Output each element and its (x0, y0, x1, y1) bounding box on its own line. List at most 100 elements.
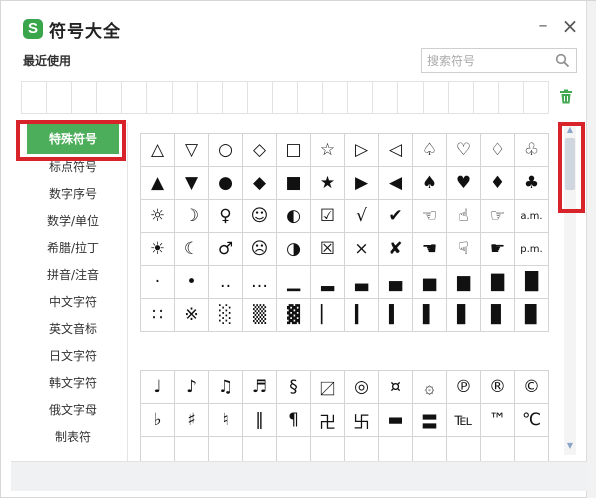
symbol-cell[interactable] (413, 437, 447, 463)
symbol-cell[interactable]: ☺ (243, 200, 277, 233)
symbol-cell[interactable]: ☜ (413, 200, 447, 233)
search-input[interactable] (422, 49, 554, 72)
recent-symbol-cell[interactable] (122, 82, 148, 113)
symbol-cell[interactable]: © (515, 371, 549, 404)
recent-symbol-cell[interactable] (273, 82, 299, 113)
symbol-cell[interactable]: ▌ (413, 299, 447, 332)
symbol-cell[interactable]: ♭ (141, 404, 175, 437)
symbol-cell[interactable] (141, 437, 175, 463)
category-item[interactable]: 数学/单位 (21, 208, 125, 235)
symbol-cell[interactable]: ● (209, 167, 243, 200)
symbol-cell[interactable]: ✔ (379, 200, 413, 233)
symbol-cell[interactable] (447, 437, 481, 463)
symbol-cell[interactable]: ☆ (311, 134, 345, 167)
symbol-cell[interactable]: ☛ (481, 233, 515, 266)
symbol-cell[interactable]: ▃ (345, 266, 379, 299)
symbol-cell[interactable]: ♧ (515, 134, 549, 167)
symbol-cell[interactable]: ◇ (243, 134, 277, 167)
symbol-cell[interactable] (379, 437, 413, 463)
recent-symbol-cell[interactable] (348, 82, 374, 113)
symbol-cell[interactable] (311, 437, 345, 463)
symbol-cell[interactable]: ♦ (481, 167, 515, 200)
symbol-cell[interactable]: ‥ (209, 266, 243, 299)
symbol-cell[interactable]: ☹ (243, 233, 277, 266)
category-item[interactable]: 数字序号 (21, 181, 125, 208)
recent-symbol-cell[interactable] (248, 82, 273, 113)
symbol-cell[interactable]: ® (481, 371, 515, 404)
recent-symbol-cell[interactable] (147, 82, 173, 113)
symbol-cell[interactable]: ◁ (379, 134, 413, 167)
symbol-cell[interactable]: █ (515, 266, 549, 299)
category-item[interactable]: 拼音/注音 (21, 262, 125, 289)
symbol-cell[interactable]: ♪ (175, 371, 209, 404)
symbol-cell[interactable]: ◑ (277, 233, 311, 266)
symbol-cell[interactable]: ▷ (345, 134, 379, 167)
symbol-cell[interactable]: ▁ (277, 266, 311, 299)
symbol-cell[interactable]: ◎ (345, 371, 379, 404)
symbol-cell[interactable]: ※ (175, 299, 209, 332)
symbol-cell[interactable]: ▇ (481, 266, 515, 299)
symbol-cell[interactable]: × (345, 233, 379, 266)
category-item[interactable]: 俄文字母 (21, 397, 125, 424)
symbol-cell[interactable]: ♠ (413, 167, 447, 200)
symbol-cell[interactable]: ♂ (209, 233, 243, 266)
symbol-cell[interactable]: ▂ (311, 266, 345, 299)
category-item[interactable]: 制表符 (21, 424, 125, 451)
symbol-cell[interactable]: ♀ (209, 200, 243, 233)
symbol-cell[interactable]: ℡ (447, 404, 481, 437)
symbol-cell[interactable]: ¤ (379, 371, 413, 404)
recent-symbol-cell[interactable] (474, 82, 499, 113)
recent-symbol-cell[interactable] (72, 82, 98, 113)
symbol-cell[interactable]: ○ (209, 134, 243, 167)
symbol-cell[interactable]: ☝ (447, 200, 481, 233)
symbol-cell[interactable]: △ (141, 134, 175, 167)
symbol-cell[interactable]: □ (277, 134, 311, 167)
symbol-cell[interactable]: ▉ (515, 299, 549, 332)
symbol-cell[interactable]: ★ (311, 167, 345, 200)
symbol-cell[interactable]: ▬ (379, 404, 413, 437)
symbol-cell[interactable] (277, 437, 311, 463)
scroll-down-arrow-icon[interactable]: ▼ (565, 441, 575, 451)
recent-symbol-cell[interactable] (173, 82, 198, 113)
category-item[interactable]: 英文音标 (21, 316, 125, 343)
recent-symbol-cell[interactable] (499, 82, 524, 113)
symbol-cell[interactable]: ¶ (277, 404, 311, 437)
symbol-cell[interactable] (209, 437, 243, 463)
symbol-cell[interactable]: ☞ (481, 200, 515, 233)
symbol-cell[interactable]: √ (345, 200, 379, 233)
symbol-cell[interactable]: ♮ (209, 404, 243, 437)
recent-symbol-cell[interactable] (373, 82, 399, 113)
symbol-cell[interactable]: ♢ (481, 134, 515, 167)
recent-symbol-cell[interactable] (223, 82, 248, 113)
trash-icon[interactable] (559, 89, 573, 104)
symbol-cell[interactable]: 卐 (345, 404, 379, 437)
symbol-cell[interactable]: ♣ (515, 167, 549, 200)
recent-symbol-cell[interactable] (97, 82, 123, 113)
symbol-cell[interactable] (515, 437, 549, 463)
symbol-cell[interactable]: ☚ (413, 233, 447, 266)
symbol-cell[interactable]: ◀ (379, 167, 413, 200)
symbol-cell[interactable] (481, 437, 515, 463)
symbol-cell[interactable]: ▏ (311, 299, 345, 332)
category-item[interactable]: 日文字符 (21, 343, 125, 370)
symbol-cell[interactable]: ℃ (515, 404, 549, 437)
symbol-cell[interactable]: ♯ (175, 404, 209, 437)
symbol-cell[interactable]: § (277, 371, 311, 404)
symbol-cell[interactable]: ☀ (141, 233, 175, 266)
recent-symbol-cell[interactable] (449, 82, 474, 113)
symbol-cell[interactable]: ۞ (413, 371, 447, 404)
recent-symbol-cell[interactable] (47, 82, 73, 113)
symbol-cell[interactable]: ‖ (243, 404, 277, 437)
symbol-cell[interactable]: ☒ (311, 233, 345, 266)
symbol-cell[interactable]: ▒ (243, 299, 277, 332)
symbol-cell[interactable] (175, 437, 209, 463)
symbol-cell[interactable]: ☟ (447, 233, 481, 266)
symbol-cell[interactable]: ✘ (379, 233, 413, 266)
symbol-cell[interactable]: ▽ (175, 134, 209, 167)
symbol-cell[interactable]: ▍ (379, 299, 413, 332)
symbol-cell[interactable]: ■ (277, 167, 311, 200)
recent-symbol-cell[interactable] (198, 82, 223, 113)
symbol-cell[interactable]: ▆ (447, 266, 481, 299)
symbol-cell[interactable]: ▄ (379, 266, 413, 299)
recent-symbol-cell[interactable] (323, 82, 349, 113)
